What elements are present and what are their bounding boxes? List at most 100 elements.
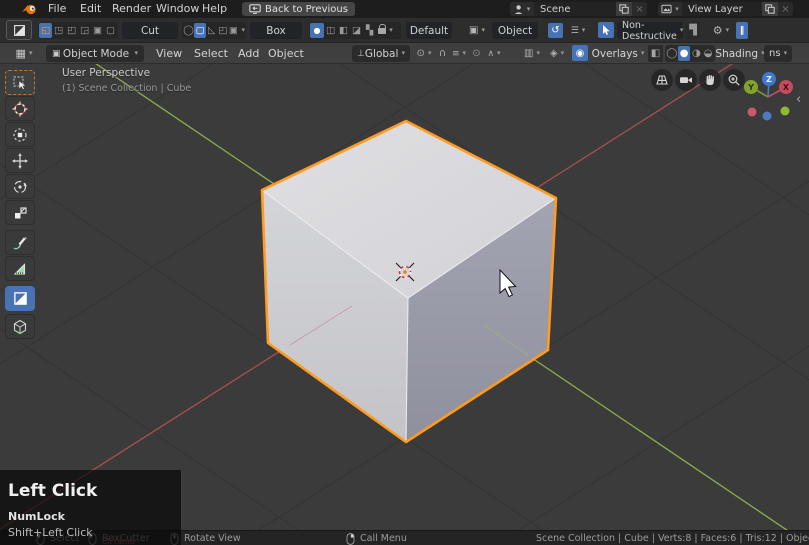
overlays-toggle[interactable]: ◉: [572, 45, 588, 61]
tool-annotate[interactable]: [5, 230, 35, 255]
back-to-previous-button[interactable]: Back to Previous: [242, 2, 355, 16]
snap-toggle[interactable]: ∩: [436, 45, 449, 62]
tool-move[interactable]: [5, 148, 35, 173]
blender-logo-icon[interactable]: [22, 3, 38, 15]
sidebar-collapse-arrow[interactable]: ‹: [796, 92, 801, 107]
behavior-pointer-button[interactable]: [598, 22, 614, 38]
scene-new-button[interactable]: [616, 2, 632, 16]
shape-dropdown[interactable]: Box: [250, 22, 302, 39]
mode-inset-button[interactable]: ◰: [65, 23, 78, 38]
shape-custom-button[interactable]: ▣: [228, 23, 238, 38]
menu-add[interactable]: Add: [234, 45, 263, 62]
tool-cursor[interactable]: [5, 96, 35, 121]
perspective-toggle-button[interactable]: [651, 69, 673, 91]
falloff-dropdown[interactable]: ∧ ▾: [484, 45, 504, 62]
menu-render[interactable]: Render: [108, 0, 155, 18]
mode-extract-button[interactable]: ▢: [104, 23, 117, 38]
shape-corner-button[interactable]: ◰: [217, 23, 228, 38]
lock-button[interactable]: ▾: [376, 27, 395, 34]
mode-knife-button[interactable]: ▣: [91, 23, 104, 38]
shape-dropdown-value: Box: [266, 25, 286, 37]
pause-button[interactable]: ‖: [736, 22, 748, 39]
solver-destructive-button[interactable]: ◫: [324, 23, 337, 38]
duplicate-icon: [619, 4, 629, 14]
menu-object[interactable]: Object: [264, 45, 308, 62]
gizmo-plus-y[interactable]: Y: [744, 80, 758, 94]
tool-select-box[interactable]: [5, 70, 35, 95]
camera-view-button[interactable]: [675, 69, 697, 91]
menu-select[interactable]: Select: [190, 45, 232, 62]
target-dropdown[interactable]: Object: [492, 22, 538, 39]
navigation-gizmo[interactable]: Y Z X: [727, 66, 805, 128]
overlays-dropdown[interactable]: Overlays ▾: [590, 45, 646, 62]
scene-browse-button[interactable]: ▾: [510, 2, 534, 16]
view-layer-new-button[interactable]: [762, 2, 778, 16]
tool-scale[interactable]: [5, 200, 35, 225]
scene-unlink-button[interactable]: ×: [632, 2, 647, 16]
chevron-down-icon: ▾: [29, 50, 33, 57]
view-layer-remove-button[interactable]: ×: [778, 2, 793, 16]
gizmo-minus-y[interactable]: [781, 107, 790, 116]
shape-ngon-button[interactable]: ◺: [206, 23, 217, 38]
shading-material-button[interactable]: ◑: [690, 46, 702, 61]
menu-file[interactable]: File: [44, 0, 70, 18]
shading-label: Shading: [715, 48, 758, 60]
proportional-editing-toggle[interactable]: ⊙: [470, 45, 483, 62]
annotate-tool-icon: [12, 235, 28, 251]
solver-checker-button[interactable]: ▚: [363, 23, 376, 38]
mode-dropdown[interactable]: ▣ Object Mode ▾: [46, 45, 144, 62]
tool-transform[interactable]: [5, 122, 35, 147]
mode-cut-button[interactable]: ◱: [39, 23, 52, 38]
sliders-icon: ☰: [571, 26, 579, 36]
menu-window[interactable]: Window: [152, 0, 203, 18]
gizmo-plus-x[interactable]: X: [779, 80, 793, 94]
snap-settings-dropdown[interactable]: ≡ ▾: [450, 45, 468, 62]
menu-help[interactable]: Help: [198, 0, 231, 18]
view-layer-name-field[interactable]: View Layer: [682, 2, 762, 16]
operation-dropdown[interactable]: Default: [406, 22, 452, 39]
blender-window: File Edit Render Window Help Back to Pre…: [0, 0, 809, 545]
active-tool-button[interactable]: [6, 20, 32, 40]
shading-dropdown[interactable]: Shading ▾: [718, 45, 762, 62]
menu-view[interactable]: View: [152, 45, 186, 62]
move-view-button[interactable]: [699, 69, 721, 91]
settings-dropdown[interactable]: ⚙ ▾: [708, 22, 734, 39]
scene-name-value: Scene: [540, 4, 571, 15]
solver-live-button[interactable]: ●: [310, 23, 324, 38]
tool-boxcutter[interactable]: [5, 286, 35, 311]
orientation-dropdown[interactable]: ⊥ Global ▾: [352, 45, 410, 62]
tool-rotate[interactable]: [5, 174, 35, 199]
mode-join-button[interactable]: ◲: [78, 23, 91, 38]
shading-wireframe-button[interactable]: ◯: [666, 46, 678, 61]
shape-box-button[interactable]: ▢: [194, 23, 206, 38]
shape-circle-button[interactable]: ◯: [183, 23, 194, 38]
xray-toggle[interactable]: ◧: [648, 45, 663, 62]
gizmo-minus-x[interactable]: [748, 108, 757, 117]
gizmos-dropdown[interactable]: ◈ ▾: [546, 45, 568, 62]
chevron-down-icon: ▾: [401, 50, 405, 57]
scene-name-field[interactable]: Scene: [534, 2, 616, 16]
view-layer-browse-button[interactable]: ▾: [658, 2, 682, 16]
gizmo-plus-z[interactable]: Z: [762, 72, 776, 86]
shading-rendered-button[interactable]: ◒: [702, 46, 714, 61]
cut-dropdown[interactable]: Cut: [122, 22, 178, 39]
shading-solid-button[interactable]: ●: [678, 46, 691, 61]
pivot-dropdown[interactable]: ⊙ ▾: [414, 45, 434, 62]
object-visibility-dropdown[interactable]: ▥ ▾: [521, 45, 543, 62]
solver-mesh-button[interactable]: ◪: [350, 23, 363, 38]
viewport-3d[interactable]: User Perspective (1) Scene Collection | …: [0, 64, 809, 530]
behavior-dropdown[interactable]: Non-Destructive ▾: [617, 22, 683, 39]
tool-options-dropdown[interactable]: ☰ ▾: [566, 22, 590, 39]
helper-notch-button[interactable]: ▜: [686, 22, 700, 39]
menu-edit[interactable]: Edit: [76, 0, 105, 18]
mode-slice-button[interactable]: ◳: [52, 23, 65, 38]
gizmo-minus-z[interactable]: [763, 112, 772, 121]
recall-button[interactable]: ↺: [548, 23, 563, 38]
options-dropdown[interactable]: ns ▾: [764, 45, 792, 62]
editor-type-dropdown[interactable]: ▦ ▾: [8, 45, 40, 62]
shape-collection-dropdown[interactable]: ▣ ▾: [464, 22, 490, 39]
cube-object[interactable]: [262, 121, 556, 442]
tool-measure[interactable]: [5, 256, 35, 281]
tool-hardops[interactable]: [5, 314, 35, 339]
solver-modifier-button[interactable]: ◧: [337, 23, 350, 38]
